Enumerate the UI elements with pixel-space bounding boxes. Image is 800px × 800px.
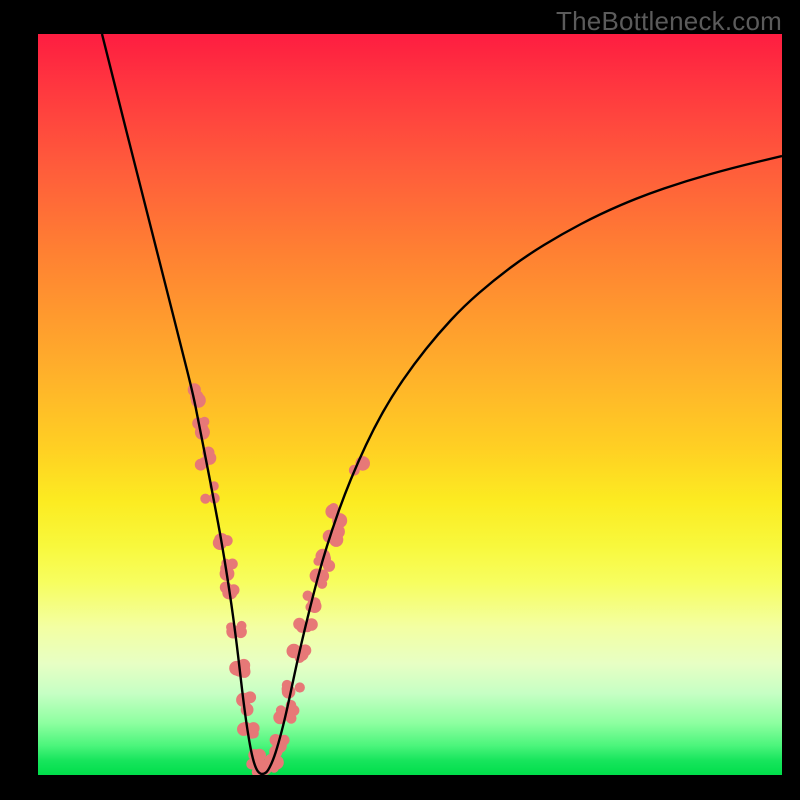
data-marker [276, 705, 286, 715]
data-marker [249, 729, 259, 739]
data-marker [227, 559, 238, 570]
chart-svg [38, 34, 782, 775]
data-marker [295, 682, 305, 692]
data-marker [329, 503, 339, 513]
data-marker [293, 618, 305, 630]
marker-layer [188, 383, 370, 775]
data-marker [244, 691, 256, 703]
data-marker [241, 703, 254, 716]
chart-frame: TheBottleneck.com [0, 0, 800, 800]
plot-area [38, 34, 782, 775]
watermark-text: TheBottleneck.com [556, 6, 782, 37]
